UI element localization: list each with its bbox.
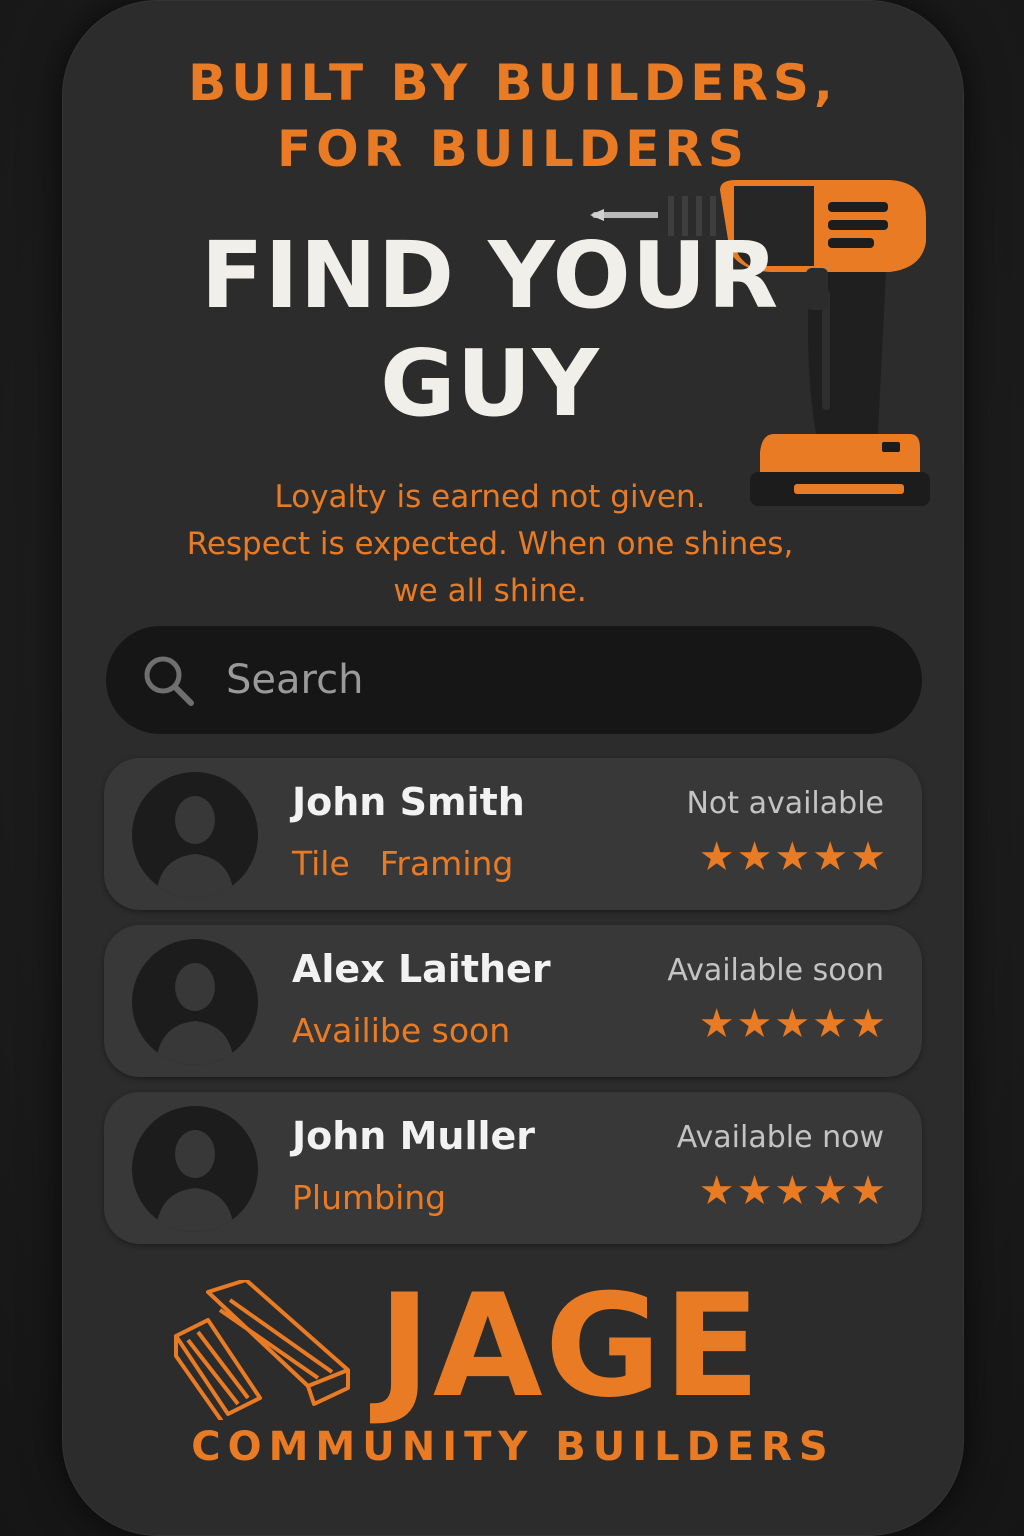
builder-skills: Plumbing [292, 1178, 446, 1217]
builder-skills: Tile Framing [292, 844, 513, 883]
skill-tag: Plumbing [292, 1178, 447, 1217]
brand-name: JAGE [378, 1264, 763, 1429]
page-title: FIND YOUR GUY [62, 222, 918, 438]
search-input[interactable] [224, 656, 828, 704]
builder-skills: Availibe soon [292, 1011, 510, 1050]
tagline-line-1: BUILT BY BUILDERS, [188, 54, 838, 112]
brand-subtitle: COMMUNITY BUILDERS [191, 1424, 835, 1470]
availability-status: Not available [686, 786, 884, 821]
star-rating: ★★★★★ [698, 1001, 888, 1047]
star-rating: ★★★★★ [698, 834, 888, 880]
builder-name: John Muller [292, 1114, 536, 1158]
skill-tag: Availibe soon [292, 1011, 511, 1050]
person-silhouette-icon [132, 939, 258, 1065]
app-screen: BUILT BY BUILDERS, FOR BUILDERS FIND YOU… [62, 0, 964, 1536]
skill-tag: Framing [379, 844, 514, 883]
page-title-line-2: GUY [380, 330, 600, 437]
availability-status: Available now [676, 1120, 884, 1155]
star-rating: ★★★★★ [698, 1168, 888, 1214]
motto-line-1: Loyalty is earned not given. [274, 479, 706, 515]
search-bar[interactable] [106, 626, 922, 734]
builder-name: John Smith [292, 780, 525, 824]
builder-name: Alex Laither [292, 947, 551, 991]
motto: Loyalty is earned not given. Respect is … [62, 474, 918, 615]
person-silhouette-icon [132, 1106, 258, 1232]
tagline: BUILT BY BUILDERS, FOR BUILDERS [62, 50, 964, 182]
page-title-line-1: FIND YOUR [200, 222, 780, 329]
builder-card[interactable]: John Smith Tile Framing Not available ★★★… [104, 758, 922, 910]
search-icon [144, 656, 194, 706]
builder-card[interactable]: John Muller Plumbing Available now ★★★★★ [104, 1092, 922, 1244]
availability-status: Available soon [667, 953, 884, 988]
motto-line-3: we all shine. [393, 573, 587, 609]
builder-card[interactable]: Alex Laither Availibe soon Available soo… [104, 925, 922, 1077]
wood-planks-icon [174, 1280, 350, 1420]
skill-tag: Tile [292, 844, 350, 883]
person-silhouette-icon [132, 772, 258, 898]
motto-line-2: Respect is expected. When one shines, [186, 526, 794, 562]
